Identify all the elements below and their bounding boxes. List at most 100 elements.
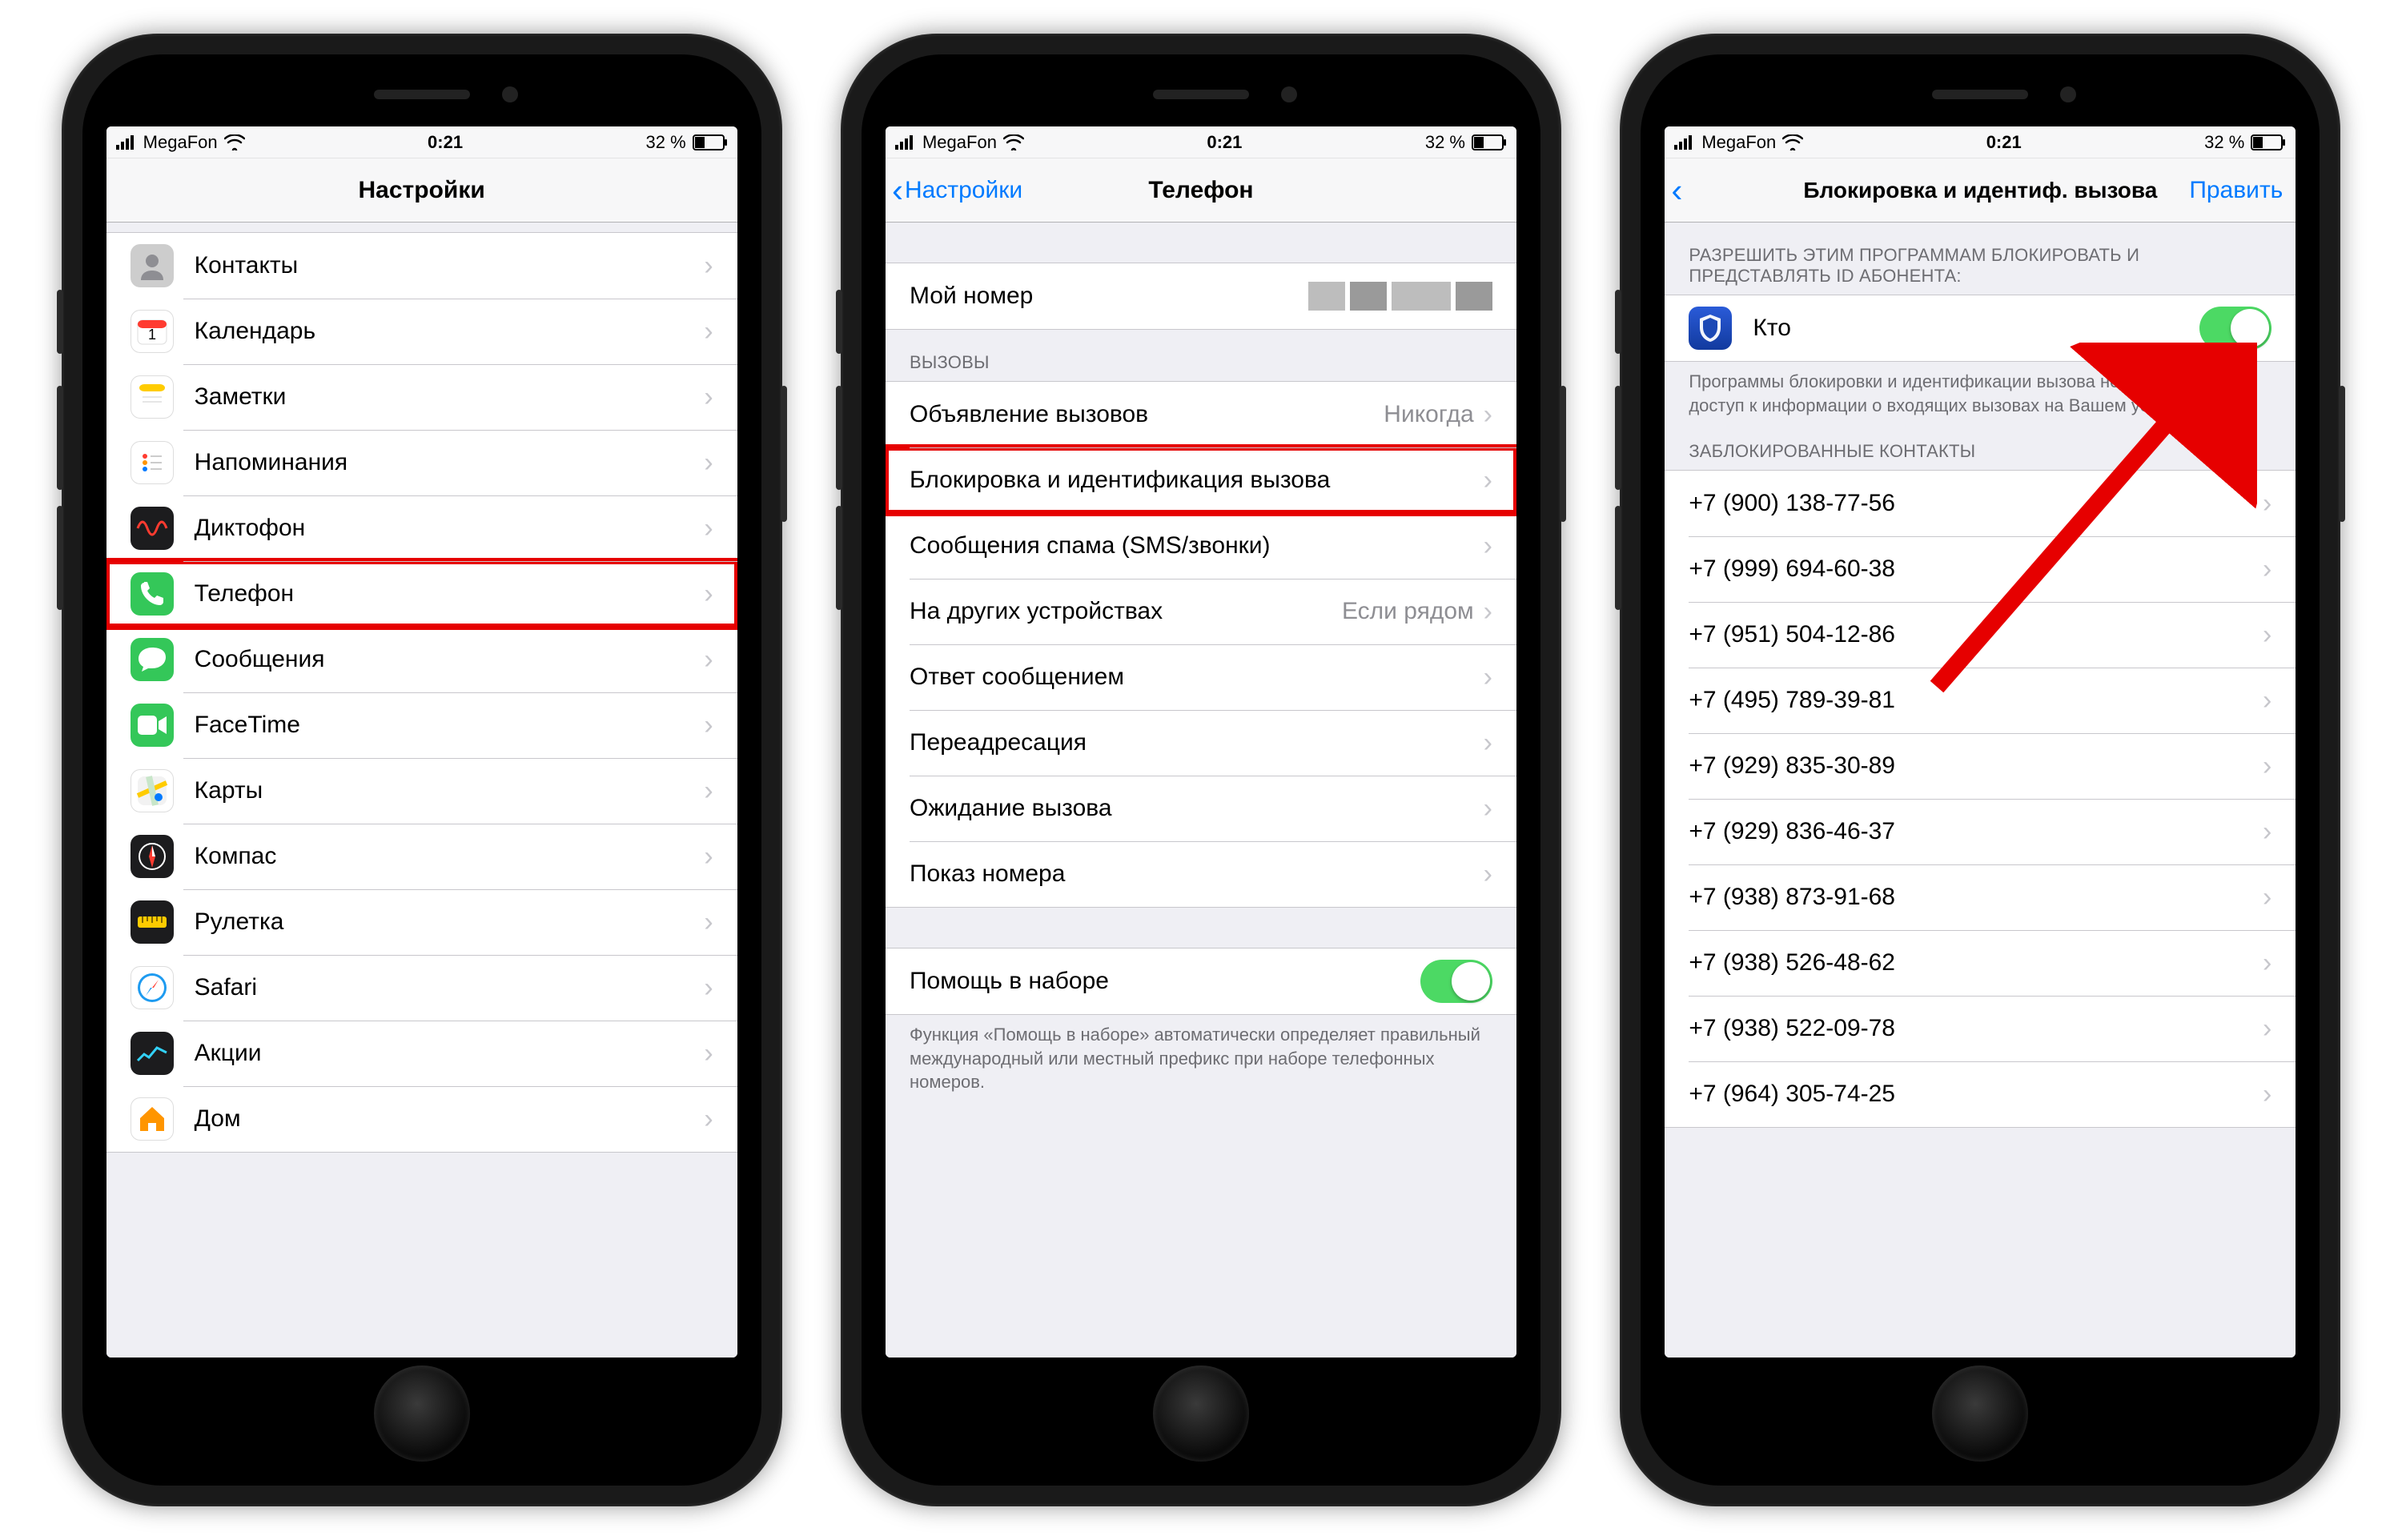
settings-row-compass[interactable]: Компас›: [106, 824, 737, 889]
row-other_devices[interactable]: На других устройствахЕсли рядом›: [886, 579, 1516, 644]
chevron-right-icon: ›: [704, 973, 713, 1004]
calls-list: Объявление вызововНикогда›Блокировка и и…: [886, 381, 1516, 908]
phone-number: +7 (938) 522-09-78: [1689, 1015, 2263, 1042]
home-button[interactable]: [1153, 1366, 1249, 1462]
chevron-left-icon: ‹: [1671, 174, 1682, 207]
chevron-right-icon: ›: [1484, 465, 1492, 496]
toggle-app-kto[interactable]: [2199, 307, 2271, 350]
row-label: Рулетка: [195, 908, 705, 936]
blocked-list: +7 (900) 138-77-56›+7 (999) 694-60-38›+7…: [1665, 470, 2296, 1128]
battery-icon: [2251, 134, 2286, 150]
row-app-kto[interactable]: Кто: [1665, 295, 2296, 361]
settings-row-phone[interactable]: Телефон›: [106, 561, 737, 627]
row-dial-assist[interactable]: Помощь в наборе: [886, 948, 1516, 1014]
chevron-right-icon: ›: [2263, 816, 2271, 848]
row-label: Заметки: [195, 383, 705, 411]
blocked-contact-row[interactable]: +7 (951) 504-12-86›: [1665, 602, 2296, 668]
settings-row-measure[interactable]: Рулетка›: [106, 889, 737, 955]
home-button[interactable]: [1932, 1366, 2028, 1462]
row-label: Сообщения спама (SMS/звонки): [910, 532, 1484, 559]
carrier-label: MegaFon: [143, 132, 218, 153]
blocked-contact-row[interactable]: +7 (999) 694-60-38›: [1665, 536, 2296, 602]
blocked-contact-row[interactable]: +7 (900) 138-77-56›: [1665, 471, 2296, 536]
row-label: Календарь: [195, 318, 705, 345]
row-caller_id[interactable]: Показ номера›: [886, 841, 1516, 907]
settings-row-facetime[interactable]: FaceTime›: [106, 692, 737, 758]
row-label: Кто: [1753, 315, 2199, 342]
chevron-right-icon: ›: [2263, 1013, 2271, 1045]
compass-icon: [131, 835, 174, 878]
nav-bar: Настройки: [106, 158, 737, 223]
home-icon: [131, 1097, 174, 1141]
row-label: Напоминания: [195, 449, 705, 476]
blocked-contact-row[interactable]: +7 (938) 873-91-68›: [1665, 864, 2296, 930]
settings-row-calendar[interactable]: 1Календарь›: [106, 299, 737, 364]
chevron-right-icon: ›: [2263, 620, 2271, 651]
phone-number: +7 (951) 504-12-86: [1689, 621, 2263, 648]
toggle-dial-assist[interactable]: [1420, 960, 1492, 1003]
settings-row-safari[interactable]: Safari›: [106, 955, 737, 1021]
battery-icon: [693, 134, 728, 150]
reminders-icon: [131, 441, 174, 484]
settings-row-maps[interactable]: Карты›: [106, 758, 737, 824]
settings-row-voice-memos[interactable]: Диктофон›: [106, 495, 737, 561]
blocked-contact-row[interactable]: +7 (938) 522-09-78›: [1665, 996, 2296, 1061]
row-my-number[interactable]: Мой номер: [886, 263, 1516, 329]
battery-icon: [1472, 134, 1507, 150]
status-time: 0:21: [1207, 132, 1242, 153]
chevron-right-icon: ›: [2263, 751, 2271, 782]
row-label: Сообщения: [195, 646, 705, 673]
nav-bar: ‹ Блокировка и идентиф. вызова Править: [1665, 158, 2296, 223]
settings-row-messages[interactable]: Сообщения›: [106, 627, 737, 692]
blocked-contact-row[interactable]: +7 (964) 305-74-25›: [1665, 1061, 2296, 1127]
phone-number: +7 (938) 526-48-62: [1689, 949, 2263, 977]
phone-frame-2: MegaFon 0:21 32 % ‹ Настройки Телефон: [841, 34, 1561, 1506]
row-label: FaceTime: [195, 712, 705, 739]
calendar-icon: 1: [131, 310, 174, 353]
row-label: Акции: [195, 1040, 705, 1067]
chevron-right-icon: ›: [1484, 793, 1492, 824]
settings-row-stocks[interactable]: Акции›: [106, 1021, 737, 1086]
settings-row-notes[interactable]: Заметки›: [106, 364, 737, 430]
settings-row-home[interactable]: Дом›: [106, 1086, 737, 1152]
status-bar: MegaFon 0:21 32 %: [106, 126, 737, 158]
status-bar: MegaFon 0:21 32 %: [1665, 126, 2296, 158]
blocked-contact-row[interactable]: +7 (929) 836-46-37›: [1665, 799, 2296, 864]
wifi-icon: [1003, 134, 1024, 150]
chevron-right-icon: ›: [704, 1104, 713, 1135]
row-blocking[interactable]: Блокировка и идентификация вызова›: [886, 447, 1516, 513]
blocked-contact-row[interactable]: +7 (929) 835-30-89›: [1665, 733, 2296, 799]
settings-row-reminders[interactable]: Напоминания›: [106, 430, 737, 495]
chevron-right-icon: ›: [704, 447, 713, 479]
status-bar: MegaFon 0:21 32 %: [886, 126, 1516, 158]
page-title: Телефон: [1148, 177, 1253, 204]
row-waiting[interactable]: Ожидание вызова›: [886, 776, 1516, 841]
chevron-right-icon: ›: [704, 907, 713, 938]
blocked-contacts-header: ЗАБЛОКИРОВАННЫЕ КОНТАКТЫ: [1665, 431, 2296, 470]
back-button[interactable]: ‹: [1671, 158, 1684, 222]
page-title: Настройки: [359, 177, 485, 204]
wifi-icon: [1782, 134, 1803, 150]
home-button[interactable]: [374, 1366, 470, 1462]
row-label: Мой номер: [910, 283, 1308, 310]
settings-row-contacts[interactable]: Контакты›: [106, 233, 737, 299]
row-reply[interactable]: Ответ сообщением›: [886, 644, 1516, 710]
chevron-right-icon: ›: [704, 251, 713, 282]
blocked-contact-row[interactable]: +7 (495) 789-39-81›: [1665, 668, 2296, 733]
row-detail: Если рядом: [1342, 598, 1474, 625]
wifi-icon: [224, 134, 245, 150]
row-announce[interactable]: Объявление вызововНикогда›: [886, 382, 1516, 447]
safari-icon: [131, 966, 174, 1009]
back-button[interactable]: ‹ Настройки: [892, 158, 1022, 222]
blocked-contact-row[interactable]: +7 (938) 526-48-62›: [1665, 930, 2296, 996]
row-spam[interactable]: Сообщения спама (SMS/звонки)›: [886, 513, 1516, 579]
phone-frame-3: MegaFon 0:21 32 % ‹ Блокировка и идентиф…: [1620, 34, 2340, 1506]
chevron-right-icon: ›: [2263, 488, 2271, 519]
edit-button[interactable]: Править: [2189, 158, 2283, 222]
chevron-right-icon: ›: [704, 1038, 713, 1069]
row-forwarding[interactable]: Переадресация›: [886, 710, 1516, 776]
row-label: На других устройствах: [910, 598, 1342, 625]
row-label: Показ номера: [910, 860, 1484, 888]
row-detail: Никогда: [1384, 401, 1473, 428]
chevron-right-icon: ›: [1484, 728, 1492, 759]
